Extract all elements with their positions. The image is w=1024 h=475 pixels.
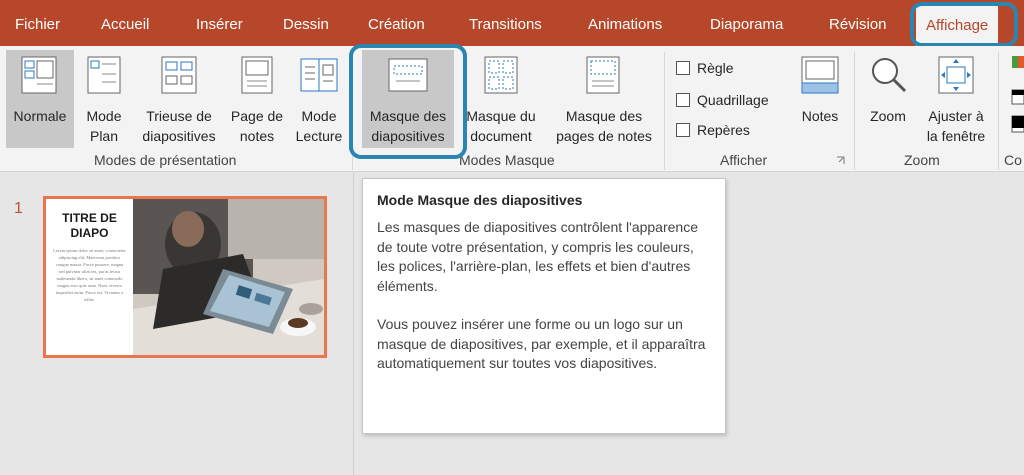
ajuster-label-1: Ajuster à [928,108,984,124]
tab-fichier[interactable]: Fichier [15,0,60,46]
dialog-launcher-icon[interactable] [836,156,845,165]
affichage-highlight [910,2,1018,47]
slide-number: 1 [14,200,23,217]
checkbox-box [676,93,690,107]
mode-plan-button[interactable]: Mode Plan [80,50,128,148]
thumbnail-body: Lorem ipsum dolor sit amet, consectetur … [53,248,126,302]
checkbox-box [676,61,690,75]
color-swatches-icon[interactable] [1008,54,1024,134]
mode-lecture-button[interactable]: Mode Lecture [290,50,348,148]
trieuse-label-1: Trieuse de [146,108,212,124]
separator [998,52,999,170]
tooltip-title: Mode Masque des diapositives [377,192,583,208]
normale-button[interactable]: Normale [6,50,74,148]
tab-diaporama[interactable]: Diaporama [710,0,783,46]
fit-window-icon [938,56,974,94]
handout-master-icon [484,56,518,94]
tab-inserer[interactable]: Insérer [196,0,243,46]
masque-notes-label-2: pages de notes [556,128,652,144]
regle-label: Règle [697,60,734,76]
masque-notes-label-1: Masque des [565,108,643,124]
mode-lecture-label-2: Lecture [295,128,343,144]
group-modes-masque: Modes Masque [459,152,555,168]
trieuse-button[interactable]: Trieuse de diapositives [134,50,224,148]
quadrillage-label: Quadrillage [697,92,769,108]
regle-checkbox[interactable]: Règle [676,60,734,76]
page-notes-button[interactable]: Page de notes [226,50,288,148]
tooltip-paragraph-2: Vous pouvez insérer une forme ou un logo… [377,316,706,371]
masque-document-label-1: Masque du [466,108,536,124]
mode-lecture-label-1: Mode [301,108,337,124]
zoom-button[interactable]: Zoom [862,50,914,148]
ajuster-fenetre-button[interactable]: Ajuster à la fenêtre [918,50,994,148]
masque-document-label-2: document [470,128,532,144]
notes-icon [801,56,839,94]
tab-dessin[interactable]: Dessin [283,0,329,46]
normal-view-icon [21,56,57,94]
separator [664,52,665,170]
outline-view-icon [87,56,121,94]
ribbon: Normale Mode Plan Trieuse de diapositive… [0,46,1024,172]
page-notes-label-1: Page de [230,108,284,124]
slide-sorter-icon [161,56,197,94]
thumbnail-title: TITRE DE DIAPO [62,211,117,240]
notes-page-icon [241,56,273,94]
zoom-label: Zoom [870,108,906,124]
tooltip-paragraph-1: Les masques de diapositives contrôlent l… [377,219,698,294]
group-zoom: Zoom [904,152,940,168]
tab-transitions[interactable]: Transitions [469,0,542,46]
group-modes-presentation: Modes de présentation [94,152,237,168]
group-couleur: Co [1004,152,1022,168]
trieuse-label-2: diapositives [142,128,216,144]
tab-accueil[interactable]: Accueil [101,0,149,46]
page-notes-label-2: notes [239,128,275,144]
reperes-checkbox[interactable]: Repères [676,122,750,138]
notes-master-icon [586,56,620,94]
quadrillage-checkbox[interactable]: Quadrillage [676,92,769,108]
masque-document-button[interactable]: Masque du document [456,50,546,148]
notes-button[interactable]: Notes [794,50,846,148]
tooltip: Mode Masque des diapositives Les masques… [362,178,726,434]
reperes-label: Repères [697,122,750,138]
tab-revision[interactable]: Révision [829,0,887,46]
checkbox-box [676,123,690,137]
notes-label: Notes [801,108,839,124]
thumbnail-text-column: TITRE DE DIAPO Lorem ipsum dolor sit ame… [46,199,133,355]
masque-highlight [349,44,467,159]
separator [854,52,855,170]
mode-plan-label-1: Mode [86,108,122,124]
normale-label: Normale [13,108,67,124]
menu-bar: Fichier Accueil Insérer Dessin Création … [0,0,1024,46]
mode-plan-label-2: Plan [89,128,119,144]
group-afficher: Afficher [720,152,768,168]
slide-photo-image [133,199,324,355]
tab-creation[interactable]: Création [368,0,425,46]
ajuster-label-2: la fenêtre [926,128,986,144]
masque-notes-button[interactable]: Masque des pages de notes [548,50,660,148]
reading-view-icon [300,58,338,92]
tab-animations[interactable]: Animations [588,0,662,46]
slide-thumbnail[interactable]: TITRE DE DIAPO Lorem ipsum dolor sit ame… [43,196,327,358]
magnifier-icon [872,58,907,93]
